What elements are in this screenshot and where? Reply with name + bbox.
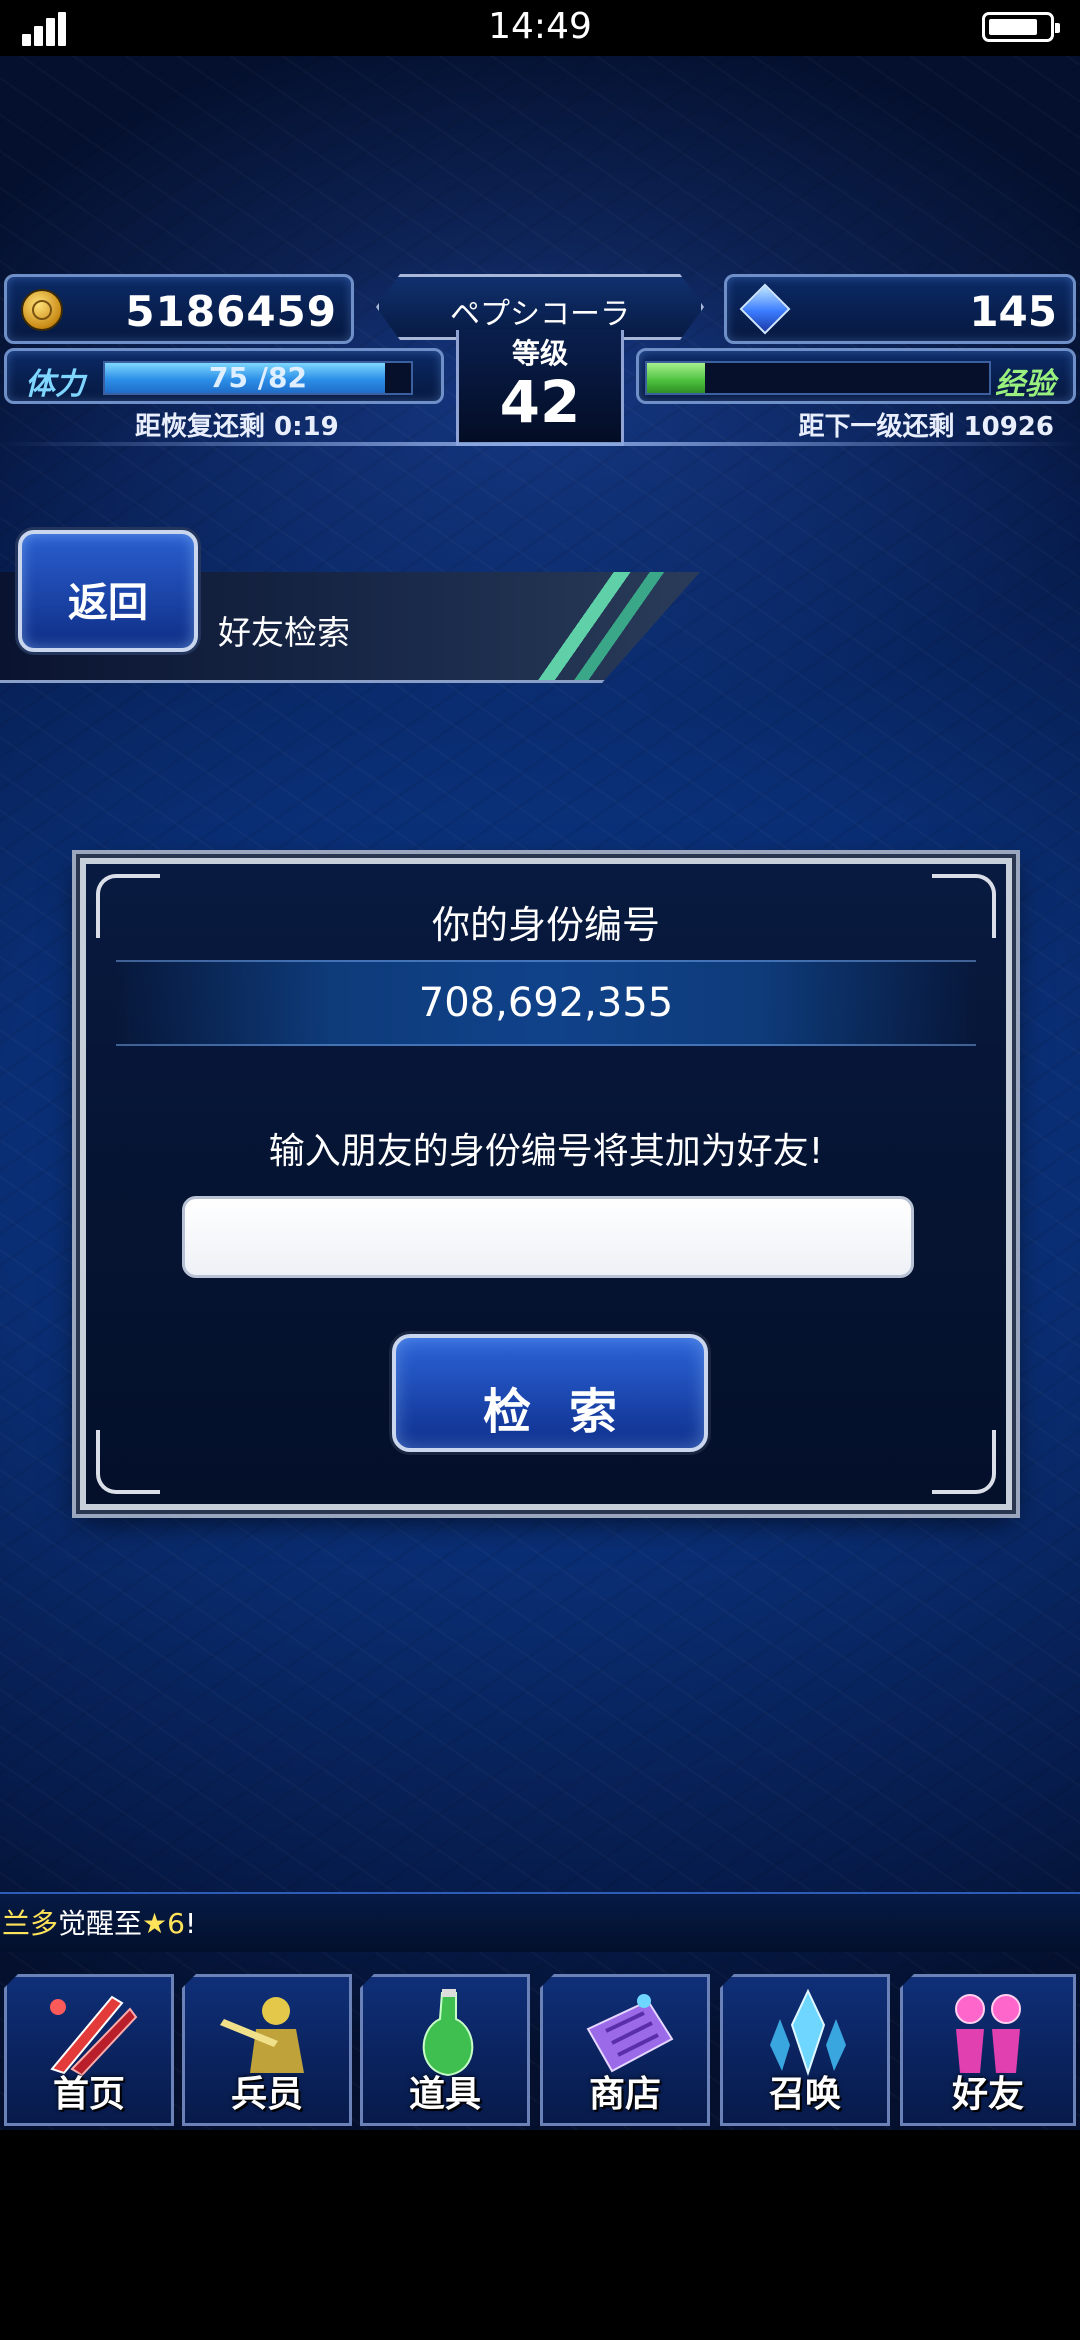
exp-panel: 经验 (636, 348, 1076, 404)
crystal-icon (770, 1989, 846, 2077)
rank-box: 等级 42 (456, 330, 624, 446)
nav-label: 兵员 (230, 2074, 303, 2115)
gil-amount: 5186459 (125, 287, 337, 336)
clock: 14:49 (488, 6, 592, 47)
warrior-icon (220, 1997, 304, 2073)
shop-icon (586, 1994, 674, 2073)
bottom-letterbox (0, 2130, 1080, 2340)
friend-id-input[interactable] (182, 1196, 914, 1278)
stamina-panel: 体力 75 /82 (4, 348, 444, 404)
rank-label: 等级 (511, 337, 568, 370)
nav-label: 召唤 (768, 2074, 841, 2115)
nav-label: 商店 (588, 2074, 661, 2115)
stamina-recover-timer: 距恢复还剩 0:19 (135, 412, 339, 442)
friends-icon (955, 1994, 1021, 2073)
back-button[interactable]: 返回 (18, 530, 198, 652)
search-button-label: 检索 (482, 1384, 655, 1440)
ticker-suffix: ! (184, 1907, 197, 1940)
exp-bar-fill (647, 363, 706, 393)
ticker-text: 兰多觉醒至★6! (2, 1902, 196, 1942)
search-button[interactable]: 检索 (392, 1334, 708, 1452)
nav-summon[interactable]: 召唤 (720, 1974, 890, 2126)
nav-label: 道具 (408, 2074, 481, 2115)
nav-label: 首页 (52, 2074, 125, 2115)
gil-panel: 5186459 (4, 274, 354, 344)
exp-remaining: 距下一级还剩 10926 (798, 412, 1054, 442)
back-button-label: 返回 (68, 580, 148, 626)
stamina-bar: 75 /82 (103, 361, 413, 395)
your-id-title: 你的身份编号 (431, 903, 660, 947)
exp-label: 经验 (995, 367, 1055, 402)
news-ticker: 兰多觉醒至★6! (0, 1892, 1080, 1952)
ornament-corner (932, 1430, 996, 1494)
nav-friends[interactable]: 好友 (900, 1974, 1076, 2126)
player-name: ペプシコーラ (450, 297, 630, 332)
friend-search-dialog: 你的身份编号 708,692,355 输入朋友的身份编号将其加为好友! 检索 (80, 858, 1012, 1510)
nav-shop[interactable]: 商店 (540, 1974, 710, 2126)
nav-home[interactable]: 首页 (4, 1974, 174, 2126)
sword-icon (50, 1995, 138, 2077)
nav-items[interactable]: 道具 (360, 1974, 530, 2126)
exp-bar (645, 361, 991, 395)
battery-icon (982, 12, 1060, 42)
your-id-band: 708,692,355 (116, 960, 976, 1046)
bottom-nav: 首页 兵员 道具 商店 召唤 好友 (0, 1956, 1080, 2130)
status-bar: 14:49 (0, 0, 1080, 56)
gem-icon (739, 283, 791, 335)
friend-id-prompt: 输入朋友的身份编号将其加为好友! (268, 1131, 824, 1172)
ticker-message: 觉醒至 (58, 1907, 143, 1940)
ticker-unit-name: 兰多 (2, 1907, 59, 1940)
nav-label: 好友 (951, 2074, 1024, 2115)
nav-units[interactable]: 兵员 (182, 1974, 352, 2126)
your-id-value: 708,692,355 (418, 980, 674, 1026)
page-title: 好友检索 (218, 613, 350, 652)
hud-divider (0, 442, 1080, 446)
stamina-label: 体力 (25, 367, 85, 402)
gem-amount: 145 (969, 287, 1057, 336)
rank-value: 42 (499, 368, 581, 436)
ornament-corner (96, 1430, 160, 1494)
potion-icon (422, 1989, 474, 2077)
gil-coin-icon (21, 289, 63, 331)
gems-panel[interactable]: 145 (724, 274, 1076, 344)
stamina-text: 75 /82 (209, 361, 307, 394)
player-hud: 5186459 ペプシコーラ 等级 42 145 体力 75 /82 距恢复还剩… (0, 268, 1080, 454)
ticker-star: ★6 (142, 1907, 185, 1940)
